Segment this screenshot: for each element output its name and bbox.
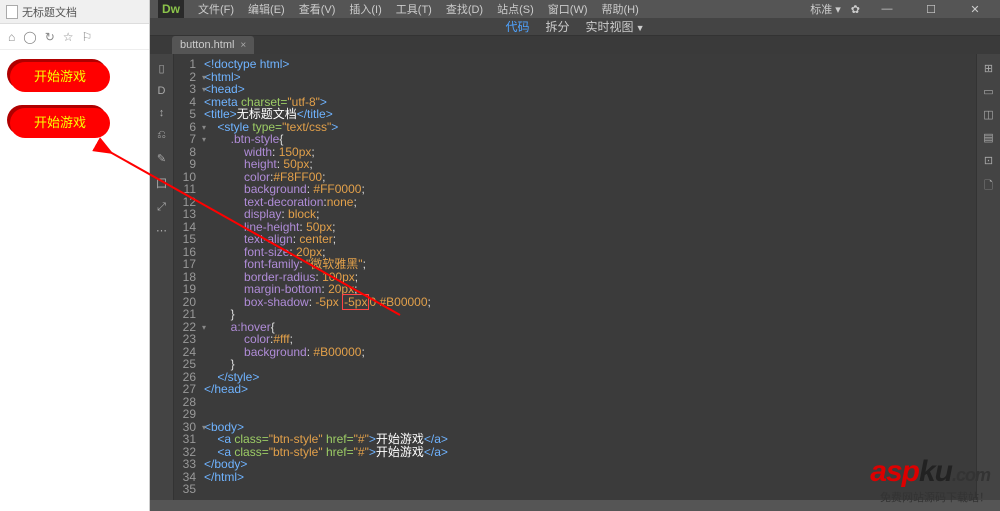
start-game-button-2[interactable]: 开始游戏 [10, 108, 110, 138]
code-line[interactable]: 29 [174, 408, 976, 421]
close-icon[interactable]: ✕ [958, 3, 992, 16]
statusbar [150, 500, 1000, 511]
tool-icon[interactable]: D [158, 85, 166, 97]
code-line[interactable]: 32 <a class="btn-style" href="#">开始游戏</a… [174, 446, 976, 459]
tool-icon[interactable]: ⋯ [156, 224, 167, 237]
browser-preview: 无标题文档 ⌂ ◯ ↻ ☆ ⚐ 开始游戏 开始游戏 [0, 0, 150, 511]
circle-icon[interactable]: ◯ [23, 30, 36, 44]
view-split[interactable]: 拆分 [546, 18, 570, 35]
tool-icon[interactable]: ✎ [157, 152, 166, 165]
tab-close-icon[interactable]: × [240, 40, 246, 51]
editor-area: ▯ D ↕ ⎌ ✎ 囗 ⤢ ⋯ 1<!doctype html>2▾<html>… [150, 54, 1000, 500]
left-tool-column: ▯ D ↕ ⎌ ✎ 囗 ⤢ ⋯ [150, 54, 174, 500]
code-line[interactable]: 26 </style> [174, 371, 976, 384]
workspace-dropdown[interactable]: 标准 ▾ [810, 1, 841, 17]
viewbar: 代码 拆分 实时视图▼ [150, 18, 1000, 36]
tool-icon[interactable]: ↕ [159, 107, 165, 119]
code-line[interactable]: 27</head> [174, 383, 976, 396]
gear-icon[interactable]: ✿ [851, 3, 860, 16]
panel-icon[interactable]: ⊞ [984, 62, 993, 75]
code-editor[interactable]: 1<!doctype html>2▾<html>3▾<head>4<meta c… [174, 54, 976, 500]
start-game-button-1[interactable]: 开始游戏 [10, 62, 110, 92]
panel-icon[interactable]: 🗋 [984, 177, 993, 196]
maximize-icon[interactable]: ☐ [914, 3, 948, 16]
code-line[interactable]: 28 [174, 396, 976, 409]
tool-icon[interactable]: ⎌ [157, 129, 166, 142]
menu-tools[interactable]: 工具(T) [390, 1, 438, 17]
code-line[interactable]: 6▾ <style type="text/css"> [174, 121, 976, 134]
panel-icon[interactable]: ⊡ [984, 154, 993, 167]
panel-icon[interactable]: ▭ [983, 85, 993, 98]
preview-title: 无标题文档 [22, 4, 77, 20]
code-line[interactable]: 21 } [174, 308, 976, 321]
view-live[interactable]: 实时视图▼ [586, 18, 645, 35]
panel-icon[interactable]: ▤ [983, 131, 993, 144]
code-line[interactable]: 1<!doctype html> [174, 58, 976, 71]
menu-view[interactable]: 查看(V) [293, 1, 342, 17]
dw-logo: Dw [158, 0, 184, 18]
document-icon [6, 5, 18, 19]
tool-icon[interactable]: ▯ [158, 62, 164, 75]
preview-body: 开始游戏 开始游戏 [0, 50, 149, 166]
code-line[interactable]: 15 text-align: center; [174, 233, 976, 246]
preview-nav: ⌂ ◯ ↻ ☆ ⚐ [0, 24, 149, 50]
code-line[interactable]: 20 box-shadow: -5px -5px0 #B00000; [174, 296, 976, 309]
view-code[interactable]: 代码 [506, 18, 530, 35]
code-line[interactable]: 24 background: #B00000; [174, 346, 976, 359]
menubar: Dw 文件(F) 编辑(E) 查看(V) 插入(I) 工具(T) 查找(D) 站… [150, 0, 1000, 18]
menu-help[interactable]: 帮助(H) [596, 1, 645, 17]
dreamweaver-ide: Dw 文件(F) 编辑(E) 查看(V) 插入(I) 工具(T) 查找(D) 站… [150, 0, 1000, 511]
code-line[interactable]: 22▾ a:hover{ [174, 321, 976, 334]
home-icon[interactable]: ⌂ [8, 30, 15, 44]
code-line[interactable]: 35 [174, 483, 976, 496]
menu-site[interactable]: 站点(S) [491, 1, 540, 17]
menu-window[interactable]: 窗口(W) [542, 1, 594, 17]
flag-icon[interactable]: ⚐ [82, 30, 93, 44]
tabbar: button.html × [150, 36, 1000, 54]
menu-find[interactable]: 查找(D) [440, 1, 489, 17]
code-line[interactable]: 25 } [174, 358, 976, 371]
menu-file[interactable]: 文件(F) [192, 1, 240, 17]
code-line[interactable]: 34</html> [174, 471, 976, 484]
refresh-icon[interactable]: ↻ [45, 30, 55, 44]
preview-titlebar: 无标题文档 [0, 0, 149, 24]
tool-icon[interactable]: 囗 [156, 175, 167, 191]
right-panel-column: ⊞ ▭ ◫ ▤ ⊡ 🗋 [976, 54, 1000, 500]
chevron-down-icon: ▼ [636, 23, 645, 33]
tab-label: button.html [180, 39, 234, 51]
code-line[interactable]: 33</body> [174, 458, 976, 471]
minimize-icon[interactable]: — [870, 3, 904, 15]
code-line[interactable]: 2▾<html> [174, 71, 976, 84]
star-icon[interactable]: ☆ [63, 30, 74, 44]
menu-insert[interactable]: 插入(I) [343, 1, 387, 17]
menu-edit[interactable]: 编辑(E) [242, 1, 291, 17]
tab-button-html[interactable]: button.html × [172, 36, 254, 54]
tool-icon[interactable]: ⤢ [157, 201, 166, 214]
panel-icon[interactable]: ◫ [983, 108, 993, 121]
